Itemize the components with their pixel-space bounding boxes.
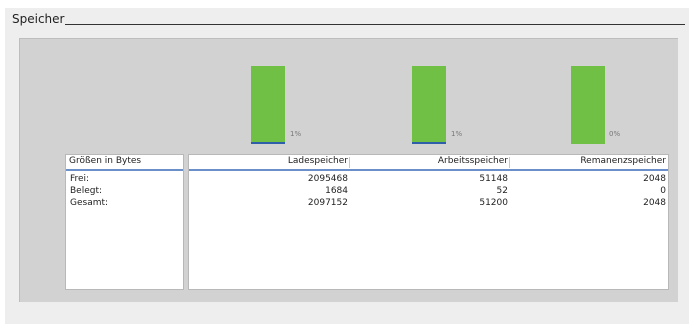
memory-values-header-row: Ladespeicher Arbeitsspeicher Remanenzspe… — [189, 155, 668, 171]
bar-free-fill — [412, 66, 446, 142]
bar-ladespeicher — [251, 66, 285, 144]
size-labels-header-row: Größen in Bytes — [66, 155, 183, 171]
row-label-belegt: Belegt: — [70, 186, 103, 196]
bar-used-fill — [412, 142, 446, 144]
cell-frei-ladespeicher: 2095468 — [307, 174, 348, 184]
column-separator — [509, 157, 510, 168]
bar-percent-arbeitsspeicher: 1% — [451, 130, 463, 138]
size-labels-header: Größen in Bytes — [69, 156, 142, 166]
row-label-frei: Frei: — [70, 174, 90, 184]
column-header-ladespeicher: Ladespeicher — [287, 156, 348, 166]
cell-frei-remanenzspeicher: 2048 — [643, 174, 666, 184]
section-title: Speicher — [12, 12, 68, 26]
column-header-remanenzspeicher: Remanenzspeicher — [580, 156, 666, 166]
bar-free-fill — [571, 66, 605, 144]
cell-belegt-remanenzspeicher: 0 — [660, 186, 666, 196]
cell-frei-arbeitsspeicher: 51148 — [479, 174, 508, 184]
cell-belegt-ladespeicher: 1684 — [325, 186, 348, 196]
cell-gesamt-arbeitsspeicher: 51200 — [479, 198, 508, 208]
memory-panel: 1% 1% 0% Größen in Bytes Frei: Belegt: G… — [19, 38, 678, 302]
bar-percent-remanenzspeicher: 0% — [609, 130, 621, 138]
cell-gesamt-remanenzspeicher: 2048 — [643, 198, 666, 208]
column-separator — [349, 157, 350, 168]
cell-belegt-arbeitsspeicher: 52 — [496, 186, 508, 196]
bar-percent-ladespeicher: 1% — [290, 130, 302, 138]
size-labels-table: Größen in Bytes Frei: Belegt: Gesamt: — [65, 154, 184, 290]
bar-used-fill — [251, 142, 285, 144]
bar-arbeitsspeicher — [412, 66, 446, 144]
column-header-arbeitsspeicher: Arbeitsspeicher — [437, 156, 508, 166]
bar-free-fill — [251, 66, 285, 142]
title-rule — [65, 24, 685, 25]
row-label-gesamt: Gesamt: — [70, 198, 109, 208]
bar-remanenzspeicher — [571, 66, 605, 144]
memory-values-table: Ladespeicher Arbeitsspeicher Remanenzspe… — [188, 154, 669, 290]
cell-gesamt-ladespeicher: 2097152 — [307, 198, 348, 208]
